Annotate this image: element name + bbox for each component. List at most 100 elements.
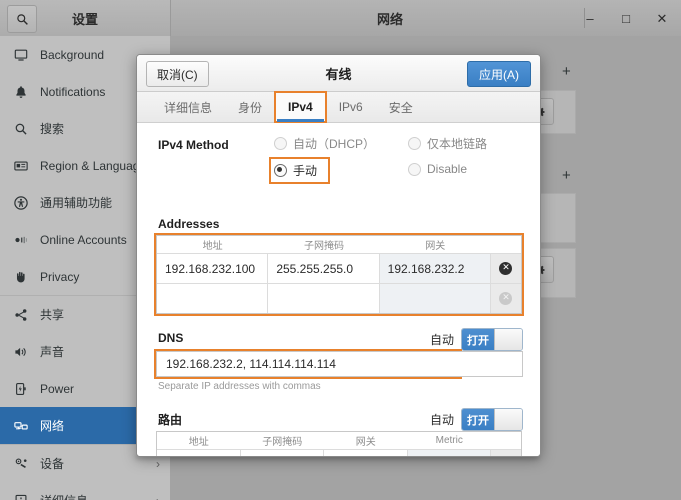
routes-table: 地址 子网掩码 网关 Metric ✕ — [156, 431, 522, 456]
radio-dot — [274, 164, 287, 177]
dns-value: 192.168.232.2, 114.114.114.114 — [166, 357, 336, 371]
cell-address[interactable] — [157, 284, 269, 313]
tab-身份[interactable]: 身份 — [225, 92, 275, 122]
column-header: 地址 — [202, 241, 223, 252]
cell-netmask[interactable]: 255.255.255.0 — [268, 254, 380, 283]
column-header: 网关 — [355, 437, 376, 448]
tab-ipv4[interactable]: IPv4 — [274, 91, 327, 123]
table-row: ✕ — [157, 449, 521, 456]
radio-dot — [274, 137, 287, 150]
toggle-on-label: 打开 — [462, 409, 494, 430]
keyboard-icon — [12, 157, 30, 175]
cell-gateway[interactable]: 192.168.232.2 — [379, 254, 491, 283]
radio-label: Disable — [427, 162, 468, 176]
dns-input-extension[interactable] — [459, 351, 523, 377]
apply-button[interactable]: 应用(A) — [467, 61, 531, 87]
toggle-switch[interactable]: 打开 — [461, 408, 523, 431]
add-connection-button-2[interactable]: + — [562, 168, 571, 183]
radio-label: 手动 — [293, 164, 318, 178]
dialog-header: 取消(C) 有线 应用(A) — [137, 55, 540, 92]
delete-circle-icon[interactable]: ✕ — [491, 450, 521, 456]
cell-metric[interactable] — [407, 450, 491, 456]
panel-title: 网络 — [376, 11, 403, 27]
maximize-button[interactable]: □ — [615, 7, 637, 29]
column-header: 子网掩码 — [303, 241, 344, 252]
dns-hint: Separate IP addresses with commas — [158, 381, 321, 392]
cell-gateway[interactable] — [379, 284, 491, 313]
cell-netmask[interactable] — [268, 284, 380, 313]
toggle-switch[interactable]: 打开 — [461, 328, 523, 351]
toggle-knob — [494, 409, 522, 430]
radio-label: 自动（DHCP） — [293, 137, 376, 151]
sidebar-item-label: 详细信息 — [40, 492, 156, 500]
display-icon — [12, 46, 30, 64]
info-icon — [12, 492, 30, 500]
network-icon — [12, 417, 30, 435]
radio-manual[interactable]: 手动 — [268, 157, 331, 184]
toggle-knob — [494, 329, 522, 350]
dns-input[interactable]: 192.168.232.2, 114.114.114.114 — [154, 349, 462, 379]
tab-label: 安全 — [388, 100, 413, 115]
chevron-right-icon: › — [156, 494, 160, 500]
tab-label: IPv4 — [288, 100, 313, 114]
addresses-label: Addresses — [158, 217, 220, 231]
cell-address[interactable]: 192.168.232.100 — [157, 254, 269, 283]
tab-label: IPv6 — [338, 100, 363, 114]
dns-automatic-toggle[interactable]: 自动 打开 — [430, 328, 523, 351]
column-header: 地址 — [188, 437, 209, 448]
bell-icon — [12, 83, 30, 101]
delete-circle-icon[interactable]: ✕ — [490, 254, 521, 283]
radio-dot — [408, 137, 421, 150]
radio-label: 仅本地链路 — [427, 137, 488, 151]
column-header: 子网掩码 — [262, 437, 303, 448]
tab-安全[interactable]: 安全 — [376, 92, 426, 122]
addresses-table: 地址 子网掩码 网关 192.168.232.100 255.255.255.0 192.… — [154, 233, 524, 316]
screen: 设置 网络 – □ ✕ Background Notifications 搜索 Reg… — [0, 0, 681, 500]
radio-auto-dhcp[interactable]: 自动（DHCP） — [274, 135, 375, 152]
toggle-on-label: 打开 — [462, 329, 494, 350]
routes-auto-label: 自动 — [429, 413, 454, 427]
table-row: 192.168.232.100 255.255.255.0 192.168.232.… — [157, 253, 521, 283]
tab-label: 详细信息 — [164, 100, 213, 115]
delete-circle-icon[interactable]: ✕ — [490, 284, 521, 313]
cell-address[interactable] — [157, 450, 241, 456]
window-titlebar: 设置 网络 – □ ✕ — [0, 0, 681, 37]
routes-automatic-toggle[interactable]: 自动 打开 — [430, 408, 523, 431]
tab-ipv6[interactable]: IPv6 — [326, 92, 376, 122]
devices-icon — [12, 455, 30, 473]
battery-icon — [12, 380, 30, 398]
column-header: Metric — [435, 435, 463, 446]
radio-disable[interactable]: Disable — [408, 162, 467, 176]
cell-gateway[interactable] — [324, 450, 408, 456]
radio-link-local-only[interactable]: 仅本地链路 — [408, 135, 487, 152]
ipv4-method-label: IPv4 Method — [158, 138, 229, 152]
close-button[interactable]: ✕ — [651, 7, 673, 29]
table-row: ✕ — [157, 283, 521, 313]
accessibility-icon — [12, 194, 30, 212]
speaker-icon — [12, 343, 30, 361]
online-accounts-icon — [12, 231, 30, 249]
addresses-header: 地址 子网掩码 网关 — [157, 236, 521, 253]
sidebar-item-12[interactable]: 详细信息› — [0, 482, 170, 500]
app-title: 设置 — [71, 11, 98, 27]
delete-row-button[interactable]: ✕ — [499, 292, 513, 305]
wired-settings-dialog: 取消(C) 有线 应用(A) 详细信息 身份 IPv4 IPv6 安全 IPv4 Met… — [136, 54, 541, 457]
delete-row-button[interactable]: ✕ — [499, 262, 513, 275]
add-connection-button-1[interactable]: + — [562, 64, 571, 79]
column-header: 网关 — [425, 241, 446, 252]
radio-dot — [408, 162, 421, 176]
cell-netmask[interactable] — [241, 450, 324, 456]
minimize-button[interactable]: – — [579, 7, 601, 29]
tab-label: 身份 — [238, 100, 263, 115]
window-controls: – □ ✕ — [579, 0, 673, 36]
routes-label: 路由 — [158, 413, 183, 427]
dialog-tabs: 详细信息 身份 IPv4 IPv6 安全 — [137, 91, 540, 123]
routes-header: 地址 子网掩码 网关 Metric — [157, 432, 521, 449]
dialog-body: IPv4 Method 自动（DHCP） 手动 仅本地链路 Disable Ad… — [137, 123, 540, 456]
search-icon — [12, 120, 30, 138]
tab-underline — [277, 119, 324, 122]
dns-auto-label: 自动 — [429, 333, 454, 347]
dns-label: DNS — [158, 331, 184, 345]
tab-详细信息[interactable]: 详细信息 — [151, 92, 225, 122]
hand-icon — [12, 268, 30, 286]
